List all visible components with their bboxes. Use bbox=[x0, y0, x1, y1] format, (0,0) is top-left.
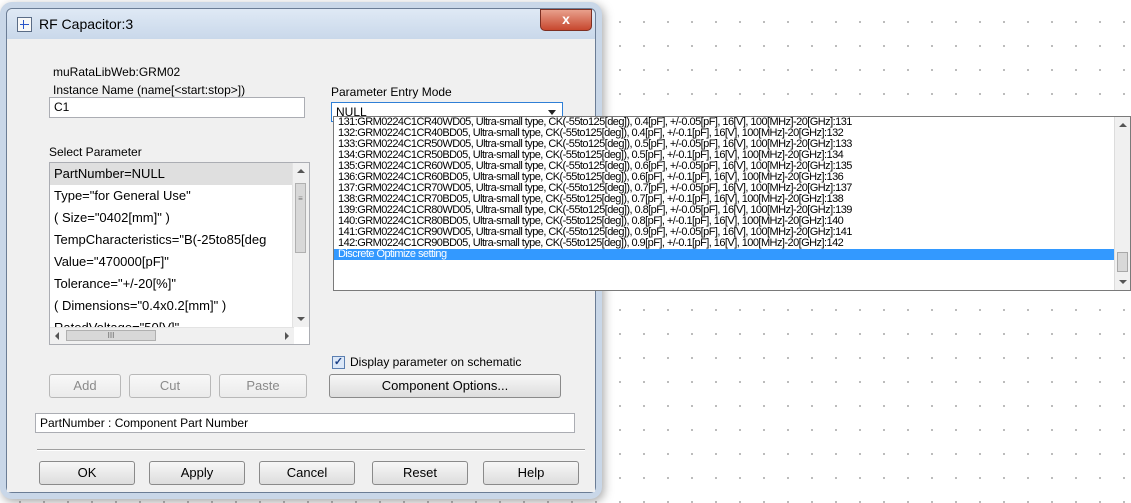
parameter-entry-mode-options-list[interactable]: 131:GRM0224C1CR40WD05, Ultra-small type,… bbox=[333, 116, 1131, 291]
parameter-list-horizontal-scrollbar[interactable]: III bbox=[50, 327, 294, 344]
dropdown-option[interactable]: 141:GRM0224C1CR90WD05, Ultra-small type,… bbox=[334, 227, 1130, 238]
display-on-schematic-label: Display parameter on schematic bbox=[350, 355, 522, 369]
display-on-schematic-checkbox[interactable]: ✓ bbox=[332, 356, 345, 369]
reset-button[interactable]: Reset bbox=[372, 461, 468, 485]
ok-button[interactable]: OK bbox=[39, 461, 135, 485]
description-field: PartNumber : Component Part Number bbox=[35, 413, 575, 433]
parameter-item-value[interactable]: Value="470000[pF]" bbox=[50, 251, 309, 273]
instance-name-field[interactable]: C1 bbox=[49, 97, 305, 118]
dropdown-option[interactable]: 137:GRM0224C1CR70WD05, Ultra-small type,… bbox=[334, 183, 1130, 194]
dropdown-option[interactable]: 140:GRM0224C1CR80BD05, Ultra-small type,… bbox=[334, 216, 1130, 227]
parameter-entry-mode-label: Parameter Entry Mode bbox=[331, 85, 452, 99]
scroll-right-arrow-icon[interactable] bbox=[285, 332, 289, 340]
parameter-list-vertical-scrollbar[interactable]: ≡ bbox=[292, 163, 309, 327]
parameter-item-dimensions[interactable]: ( Dimensions="0.4x0.2[mm]" ) bbox=[50, 295, 309, 317]
dropdown-option[interactable]: 139:GRM0224C1CR80WD05, Ultra-small type,… bbox=[334, 205, 1130, 216]
options-container: 131:GRM0224C1CR40WD05, Ultra-small type,… bbox=[334, 117, 1130, 249]
dropdown-option[interactable]: 133:GRM0224C1CR50WD05, Ultra-small type,… bbox=[334, 139, 1130, 150]
add-button[interactable]: Add bbox=[49, 374, 121, 398]
parameter-list[interactable]: PartNumber=NULL Type="for General Use" (… bbox=[49, 162, 310, 345]
close-button[interactable]: x bbox=[540, 9, 592, 31]
cancel-button[interactable]: Cancel bbox=[259, 461, 355, 485]
parameter-item-tolerance[interactable]: Tolerance="+/-20[%]" bbox=[50, 273, 309, 295]
chevron-down-icon[interactable] bbox=[548, 110, 556, 115]
dropdown-option[interactable]: 134:GRM0224C1CR50BD05, Ultra-small type,… bbox=[334, 150, 1130, 161]
scroll-down-arrow-icon[interactable] bbox=[1119, 280, 1127, 284]
select-parameter-label: Select Parameter bbox=[49, 145, 142, 159]
options-scrollbar[interactable] bbox=[1114, 117, 1130, 290]
paste-button[interactable]: Paste bbox=[219, 374, 307, 398]
cut-button[interactable]: Cut bbox=[129, 374, 211, 398]
apply-button[interactable]: Apply bbox=[149, 461, 245, 485]
scroll-left-arrow-icon[interactable] bbox=[55, 332, 59, 340]
title-bar[interactable]: RF Capacitor:3 x bbox=[7, 9, 595, 39]
scroll-down-arrow-icon[interactable] bbox=[297, 317, 305, 321]
instance-name-label: Instance Name (name[<start:stop>]) bbox=[53, 83, 246, 97]
component-options-button[interactable]: Component Options... bbox=[329, 374, 561, 398]
horizontal-scroll-thumb[interactable]: III bbox=[66, 330, 156, 341]
scroll-thumb[interactable]: ≡ bbox=[295, 183, 306, 253]
app-icon bbox=[17, 17, 32, 32]
scroll-up-arrow-icon[interactable] bbox=[297, 169, 305, 173]
help-button[interactable]: Help bbox=[483, 461, 579, 485]
dropdown-option[interactable]: 142:GRM0224C1CR90BD05, Ultra-small type,… bbox=[334, 238, 1130, 249]
window-title: RF Capacitor:3 bbox=[39, 16, 134, 32]
dropdown-option[interactable]: 136:GRM0224C1CR60BD05, Ultra-small type,… bbox=[334, 172, 1130, 183]
option-discrete-optimize[interactable]: Discrete Optimize setting bbox=[334, 249, 1130, 260]
parameter-item-tempcharacteristics[interactable]: TempCharacteristics="B(-25to85[deg bbox=[50, 229, 309, 251]
library-label: muRataLibWeb:GRM02 bbox=[53, 65, 181, 79]
options-scroll-thumb[interactable] bbox=[1117, 252, 1128, 272]
scroll-up-arrow-icon[interactable] bbox=[1119, 123, 1127, 127]
dropdown-option[interactable]: 131:GRM0224C1CR40WD05, Ultra-small type,… bbox=[334, 117, 1130, 128]
dropdown-option[interactable]: 135:GRM0224C1CR60WD05, Ultra-small type,… bbox=[334, 161, 1130, 172]
parameter-item-size[interactable]: ( Size="0402[mm]" ) bbox=[50, 207, 309, 229]
separator-line bbox=[37, 449, 585, 451]
dropdown-option[interactable]: 132:GRM0224C1CR40BD05, Ultra-small type,… bbox=[334, 128, 1130, 139]
parameter-item-partnumber[interactable]: PartNumber=NULL bbox=[50, 163, 309, 185]
dropdown-option[interactable]: 138:GRM0224C1CR70BD05, Ultra-small type,… bbox=[334, 194, 1130, 205]
parameter-item-type[interactable]: Type="for General Use" bbox=[50, 185, 309, 207]
